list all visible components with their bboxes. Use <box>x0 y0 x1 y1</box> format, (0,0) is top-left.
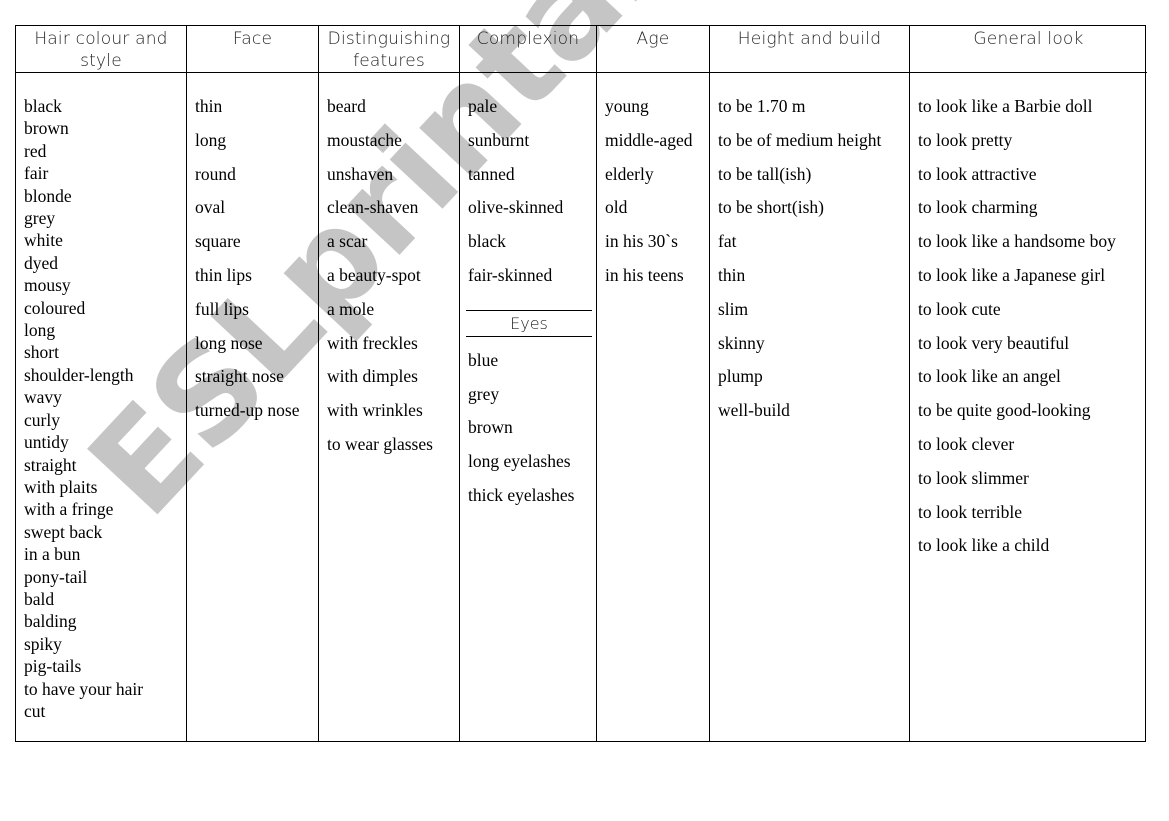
list-item: long <box>24 320 56 341</box>
list-item: white <box>24 230 63 251</box>
list-item: with plaits <box>24 476 98 497</box>
eyes-list: blue grey brown long eyelashes thick eyelash… <box>468 338 596 518</box>
vocabulary-table: Hair colour and style black brown red fair b… <box>15 25 1147 742</box>
list-item: swept back <box>24 521 103 542</box>
list-item: pig-tails <box>24 656 82 677</box>
list-item: cut <box>24 700 46 721</box>
list-item: with a fringe <box>24 499 114 520</box>
list-item: wavy <box>24 387 62 408</box>
column-header: General look <box>910 26 1147 73</box>
list-item: turned-up nose <box>195 400 300 421</box>
list-item: fair-skinned <box>468 264 553 285</box>
list-item: to have your hair <box>24 678 144 699</box>
column-header: Age <box>597 26 709 73</box>
list-item: fair <box>24 163 49 184</box>
list-item: to look like a child <box>918 535 1050 556</box>
list-item: shoulder-length <box>24 364 134 385</box>
list-item: brown <box>24 118 69 139</box>
column-header: Distinguishing features <box>319 26 459 73</box>
list-item: in a bun <box>24 544 81 565</box>
list-item: black <box>24 96 62 116</box>
column-general-look: General look to look like a Barbie doll t… <box>910 26 1147 741</box>
list-item: well-build <box>718 400 790 421</box>
list-item: red <box>24 140 47 161</box>
column-header: Hair colour and style <box>16 26 186 73</box>
eyes-subheader: Eyes <box>466 309 592 337</box>
column-list: pale sunburnt tanned olive-skinned black fair… <box>468 84 596 298</box>
column-distinguishing-features: Distinguishing features beard moustache un… <box>319 26 460 741</box>
column-list: thin long round oval square thin lips full lip… <box>187 73 318 741</box>
list-item: grey <box>24 208 56 229</box>
list-item: thick eyelashes <box>468 484 575 505</box>
list-item: mousy <box>24 275 71 296</box>
list-item: spiky <box>24 633 62 654</box>
column-height-build: Height and build to be 1.70 m to be of me… <box>710 26 910 741</box>
column-header: Face <box>187 26 318 73</box>
column-list: to be 1.70 m to be of medium height to be … <box>710 73 909 741</box>
column-list: to look like a Barbie doll to look pretty… <box>910 73 1147 741</box>
list-item: bald <box>24 588 55 609</box>
list-item: balding <box>24 611 77 632</box>
list-item: straight <box>24 454 77 475</box>
list-item: to wear glasses <box>327 433 433 454</box>
list-item: dyed <box>24 252 59 273</box>
column-header: Complexion <box>460 26 596 73</box>
list-item: untidy <box>24 432 69 453</box>
column-age: Age young middle-aged elderly old in his 30`… <box>597 26 710 741</box>
list-item: pony-tail <box>24 566 88 587</box>
column-list: young middle-aged elderly old in his 30`s in … <box>597 73 709 741</box>
column-complexion: Complexion pale sunburnt tanned olive-skinn… <box>460 26 597 741</box>
column-face: Face thin long round oval square thin lips ful… <box>187 26 319 741</box>
column-list: beard moustache unshaven clean-shaven a scar… <box>319 73 459 741</box>
list-item: coloured <box>24 297 86 318</box>
list-item: short <box>24 342 59 363</box>
column-hair: Hair colour and style black brown red fair b… <box>16 26 187 741</box>
list-item: in his teens <box>605 264 684 285</box>
column-header: Height and build <box>710 26 909 73</box>
column-list: black brown red fair blonde grey white dyed mous… <box>16 73 186 741</box>
column-body: pale sunburnt tanned olive-skinned black fair… <box>460 73 596 741</box>
list-item: curly <box>24 409 60 430</box>
list-item: blonde <box>24 185 72 206</box>
